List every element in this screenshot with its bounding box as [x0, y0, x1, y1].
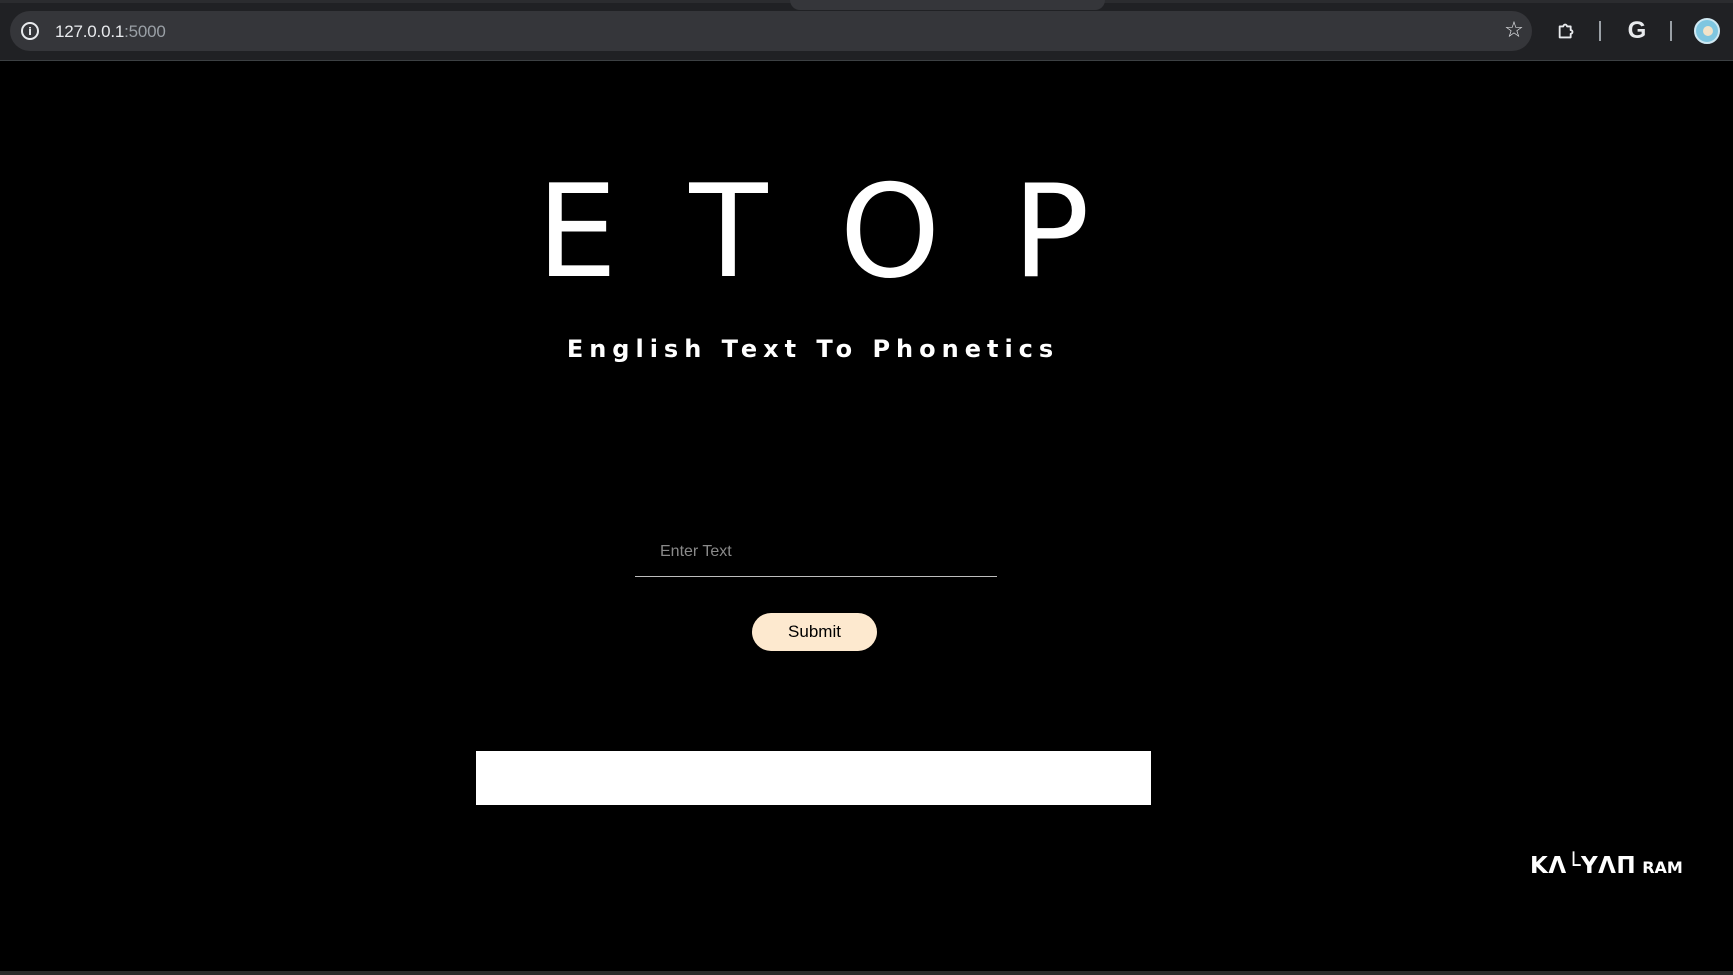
text-input[interactable] — [635, 527, 997, 577]
url-text[interactable]: 127.0.0.1:5000 — [55, 22, 166, 42]
address-bar[interactable]: i 127.0.0.1:5000 ☆ — [10, 11, 1532, 51]
page-content: ETOP English Text To Phonetics Submit KΛ… — [0, 61, 1733, 971]
google-icon[interactable]: G — [1620, 14, 1654, 48]
active-tab-edge — [790, 0, 1105, 10]
toolbar-separator — [1670, 21, 1672, 41]
signature-main: KΛ└YΛП — [1530, 853, 1637, 879]
submit-button[interactable]: Submit — [752, 613, 877, 651]
profile-avatar[interactable] — [1694, 18, 1720, 44]
url-port: :5000 — [124, 22, 166, 41]
url-host: 127.0.0.1 — [55, 22, 125, 41]
phonetics-output — [476, 751, 1151, 805]
page-subtitle: English Text To Phonetics — [566, 335, 1060, 363]
bottom-border — [0, 971, 1733, 975]
site-info-icon[interactable]: i — [21, 22, 39, 40]
page-title: ETOP — [536, 158, 1162, 307]
toolbar-separator — [1599, 21, 1601, 41]
author-signature: KΛ└YΛП RAM — [1530, 853, 1683, 879]
browser-chrome: i 127.0.0.1:5000 ☆ G — [0, 0, 1733, 61]
bookmark-star-icon[interactable]: ☆ — [1500, 17, 1528, 45]
puzzle-icon — [1558, 23, 1574, 39]
signature-small: RAM — [1642, 858, 1683, 877]
extensions-icon[interactable] — [1550, 14, 1584, 48]
